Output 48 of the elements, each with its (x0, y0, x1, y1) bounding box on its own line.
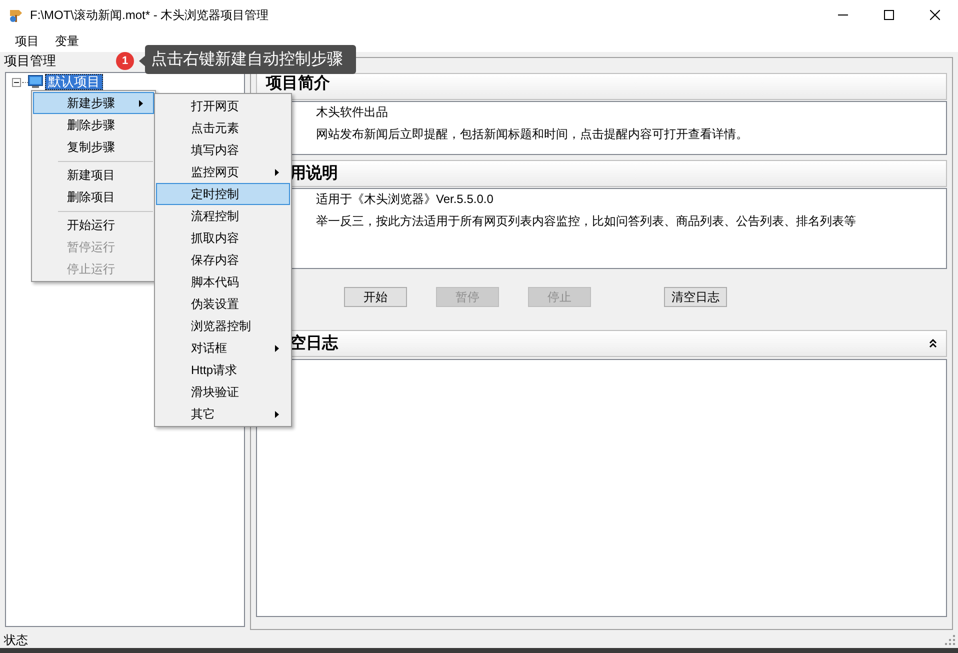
action-button[interactable]: 清空日志 (664, 287, 727, 307)
menu-item[interactable]: 滑块验证 (156, 381, 290, 403)
submenu-arrow-icon (275, 345, 279, 352)
menu-item[interactable]: 删除项目 (33, 186, 154, 208)
expander-icon[interactable] (12, 78, 21, 86)
menu-item[interactable]: 开始运行 (33, 214, 154, 236)
panel-title: 项目管理 (4, 52, 56, 70)
section-title: 用说明 (290, 164, 338, 184)
menu-item[interactable]: 伪装设置 (156, 293, 290, 315)
submenu-arrow-icon (275, 411, 279, 418)
submenu-arrow-icon (139, 100, 143, 107)
menu-item[interactable]: 定时控制 (156, 183, 290, 205)
computer-icon (28, 75, 43, 89)
section-title: 项目简介 (266, 76, 330, 92)
collapse-icon[interactable] (929, 339, 937, 348)
menu-item[interactable]: Http请求 (156, 359, 290, 381)
menu-item[interactable]: 其它 (156, 403, 290, 425)
menu-item[interactable]: 保存内容 (156, 249, 290, 271)
close-icon[interactable] (930, 10, 940, 20)
status-text: 状态 (4, 632, 28, 649)
menu-item[interactable]: 删除步骤 (33, 114, 154, 136)
window-title: F:\MOT\滚动新闻.mot* - 木头浏览器项目管理 (30, 7, 269, 24)
menu-item[interactable]: 浏览器控制 (156, 315, 290, 337)
maximize-icon[interactable] (884, 10, 894, 20)
tree-item[interactable]: 默认项目 (45, 74, 103, 90)
submenu-arrow-icon (275, 169, 279, 176)
description-text: 适用于《木头浏览器》Ver.5.5.0.0 (316, 191, 494, 208)
action-button[interactable]: 开始 (344, 287, 407, 307)
app-icon (8, 7, 24, 23)
step-badge: 1 (116, 52, 134, 70)
description-text: 网站发布新闻后立即提醒，包括新闻标题和时间，点击提醒内容可打开查看详情。 (316, 126, 749, 143)
menu-item[interactable]: 项目 (7, 30, 47, 52)
menu-item[interactable]: 抓取内容 (156, 227, 290, 249)
menu-item[interactable]: 对话框 (156, 337, 290, 359)
menu-item[interactable]: 复制步骤 (33, 136, 154, 158)
menu-item[interactable]: 变量 (47, 30, 87, 52)
menu-item[interactable]: 新建项目 (33, 164, 154, 186)
menu-item[interactable]: 流程控制 (156, 205, 290, 227)
menu-item[interactable]: 打开网页 (156, 95, 290, 117)
description-text: 木头软件出品 (316, 104, 389, 121)
menu-item[interactable]: 填写内容 (156, 139, 290, 161)
description-text: 举一反三，按此方法适用于所有网页列表内容监控，比如问答列表、商品列表、公告列表、排名列表等 (316, 213, 857, 230)
menu-item[interactable]: 新建步骤 (33, 92, 154, 114)
menu-item[interactable]: 监控网页 (156, 161, 290, 183)
menu-item[interactable]: 脚本代码 (156, 271, 290, 293)
tooltip: 点击右键新建自动控制步骤 (145, 45, 356, 74)
menu-item[interactable]: 点击元素 (156, 117, 290, 139)
resize-grip-icon[interactable] (945, 635, 955, 645)
